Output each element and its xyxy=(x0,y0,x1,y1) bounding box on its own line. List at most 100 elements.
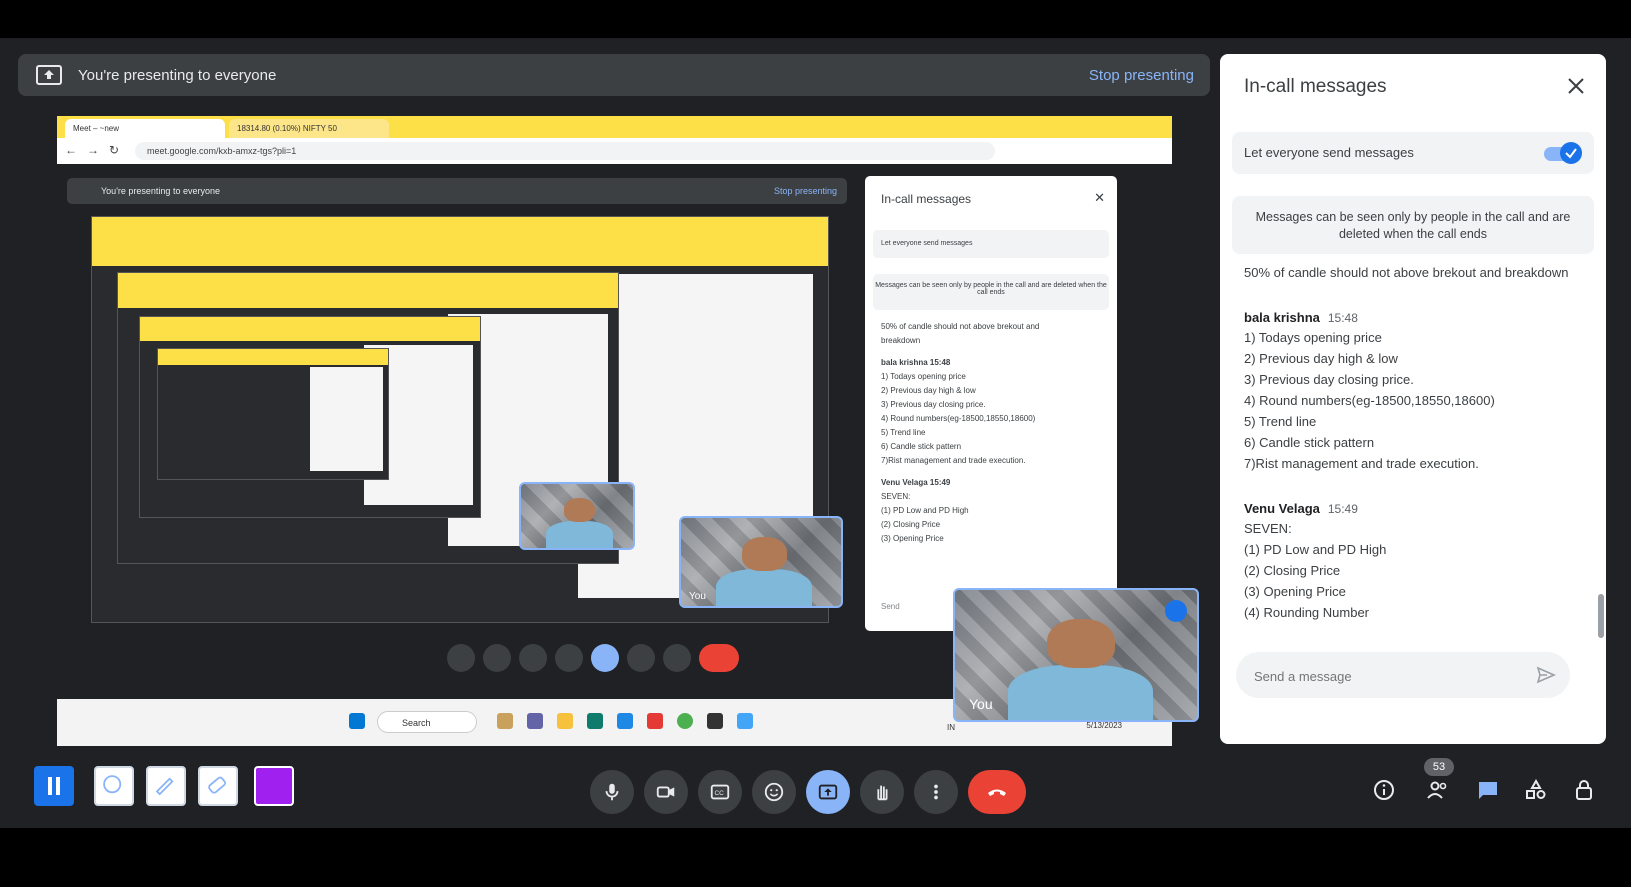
message-time: 15:49 xyxy=(1327,502,1358,516)
inner-stop-presenting: Stop presenting xyxy=(773,186,837,196)
let-everyone-send-toggle[interactable] xyxy=(1544,142,1582,164)
taskbar-app-icon xyxy=(587,713,603,729)
message-input[interactable] xyxy=(1252,652,1536,700)
in-call-messages-panel: In-call messages Let everyone send messa… xyxy=(1220,54,1606,744)
more-icon xyxy=(934,784,938,800)
inner-notice: Messages can be seen only by people in t… xyxy=(873,274,1109,310)
windows-start-icon xyxy=(349,713,365,729)
browser-tab-strip: Meet – ~new 18314.80 (0.10%) NIFTY 50 xyxy=(57,116,1172,138)
message-line: SEVEN: xyxy=(1244,521,1292,536)
send-icon[interactable] xyxy=(1536,665,1556,685)
message-line: 7)Rist management and trade execution. xyxy=(1244,456,1479,471)
meeting-info-button[interactable] xyxy=(1370,776,1398,804)
inner-line: 1) Todays opening price xyxy=(881,372,966,381)
inner-line: 2) Previous day high & low xyxy=(881,386,976,395)
present-button[interactable] xyxy=(806,770,850,814)
message-time: 15:48 xyxy=(1327,311,1358,325)
message-block: bala krishna 15:48 1) Todays opening pric… xyxy=(1244,309,1584,474)
people-button[interactable] xyxy=(1424,776,1452,804)
cursor-highlight-icon xyxy=(103,775,122,794)
recorder-color-button[interactable] xyxy=(254,766,294,806)
pause-icon xyxy=(48,777,60,795)
tab-label: 18314.80 (0.10%) NIFTY 50 xyxy=(237,124,337,133)
chat-button[interactable] xyxy=(1474,776,1502,804)
taskbar-search: Search xyxy=(377,711,477,733)
nested-capture-4 xyxy=(157,348,389,480)
chat-icon xyxy=(1479,782,1497,799)
inner-line: (2) Closing Price xyxy=(881,520,941,529)
inner-messages: 50% of candle should not above brekout a… xyxy=(881,320,1105,546)
activities-button[interactable] xyxy=(1522,776,1550,804)
inner-chat-panel: In-call messages ✕ Let everyone send mes… xyxy=(865,176,1117,631)
forward-icon[interactable]: → xyxy=(87,143,99,157)
inner-self-label: You xyxy=(689,591,706,602)
taskbar-app-icon xyxy=(557,713,573,729)
self-view-label: You xyxy=(969,696,993,712)
present-screen-icon xyxy=(36,65,62,85)
bottom-toolbar: CC 53 xyxy=(0,750,1631,828)
check-icon xyxy=(1565,148,1577,159)
participant-count-badge: 53 xyxy=(1424,758,1454,776)
inner-presenting-banner: You're presenting to everyone Stop prese… xyxy=(67,178,847,204)
inner-line: 3) Previous day closing price. xyxy=(881,400,986,409)
browser-tab-meet[interactable]: Meet – ~new xyxy=(65,119,225,138)
reload-icon[interactable]: ↻ xyxy=(109,143,119,157)
camera-icon xyxy=(656,786,675,798)
recorder-eraser-button[interactable] xyxy=(198,766,238,806)
captions-button[interactable]: CC xyxy=(698,770,742,814)
raise-hand-button[interactable] xyxy=(860,770,904,814)
inner-line: breakdown xyxy=(881,336,921,345)
inner-presenting-text: You're presenting to everyone xyxy=(101,186,220,196)
inner-line: SEVEN: xyxy=(881,492,911,501)
back-icon[interactable]: ← xyxy=(65,143,77,157)
inner-line: (1) PD Low and PD High xyxy=(881,506,969,515)
message-line: (2) Closing Price xyxy=(1244,563,1341,578)
emoji-icon xyxy=(764,782,784,802)
panel-title: In-call messages xyxy=(1244,76,1387,97)
inner-send-field: Send xyxy=(881,602,900,611)
let-everyone-send-row: Let everyone send messages xyxy=(1232,132,1594,174)
inner-line: 6) Candle stick pattern xyxy=(881,442,962,451)
svg-text:CC: CC xyxy=(715,790,725,797)
send-message-field xyxy=(1236,652,1570,700)
end-call-button[interactable] xyxy=(968,770,1026,814)
taskbar-chrome-icon xyxy=(677,713,693,729)
message-line: 2) Previous day high & low xyxy=(1244,351,1398,366)
inner-line: 4) Round numbers(eg-18500,18550,18600) xyxy=(881,414,1036,423)
pen-icon xyxy=(155,777,174,796)
self-view-tile[interactable]: You xyxy=(953,588,1199,722)
camera-button[interactable] xyxy=(644,770,688,814)
inner-line: 50% of candle should not above brekout a… xyxy=(881,322,1040,331)
recorder-cursor-button[interactable] xyxy=(94,766,134,806)
captions-icon: CC xyxy=(710,784,730,800)
browser-tab-nifty[interactable]: 18314.80 (0.10%) NIFTY 50 xyxy=(229,119,389,138)
recorder-pause-button[interactable] xyxy=(34,766,74,806)
message-block: Venu Velaga 15:49 SEVEN: (1) PD Low and P… xyxy=(1244,500,1584,623)
mic-icon xyxy=(605,783,619,801)
tab-label: Meet – ~new xyxy=(73,124,120,133)
taskbar-lang: IN xyxy=(947,723,955,732)
presenting-banner: You're presenting to everyone Stop prese… xyxy=(18,54,1210,96)
message-scrollbar[interactable] xyxy=(1598,594,1604,638)
close-icon[interactable] xyxy=(1564,74,1588,98)
end-call-icon xyxy=(988,789,1006,796)
browser-toolbar: ← → ↻ meet.google.com/kxb-amxz-tgs?pli=1 xyxy=(57,138,1172,165)
messages-notice: Messages can be seen only by people in t… xyxy=(1232,196,1594,254)
recorder-pen-button[interactable] xyxy=(146,766,186,806)
message-fragment: 50% of candle should not above brekout a… xyxy=(1244,265,1569,280)
mic-button[interactable] xyxy=(590,770,634,814)
address-bar[interactable]: meet.google.com/kxb-amxz-tgs?pli=1 xyxy=(135,142,995,160)
taskbar-app-icon xyxy=(737,713,753,729)
inner-chat-title: In-call messages xyxy=(881,192,972,206)
inner-line: Venu Velaga 15:49 xyxy=(881,478,951,487)
taskbar-date: 5/13/2023 xyxy=(1086,721,1122,730)
inner-self-view: You xyxy=(679,516,843,608)
host-controls-button[interactable] xyxy=(1570,776,1598,804)
stop-presenting-button[interactable]: Stop presenting xyxy=(1089,67,1194,84)
message-sender: Venu Velaga xyxy=(1244,501,1320,516)
emoji-button[interactable] xyxy=(752,770,796,814)
raise-hand-icon xyxy=(877,785,888,801)
more-options-button[interactable] xyxy=(914,770,958,814)
message-list: 50% of candle should not above brekout a… xyxy=(1244,260,1584,642)
taskbar-app-icon xyxy=(497,713,513,729)
